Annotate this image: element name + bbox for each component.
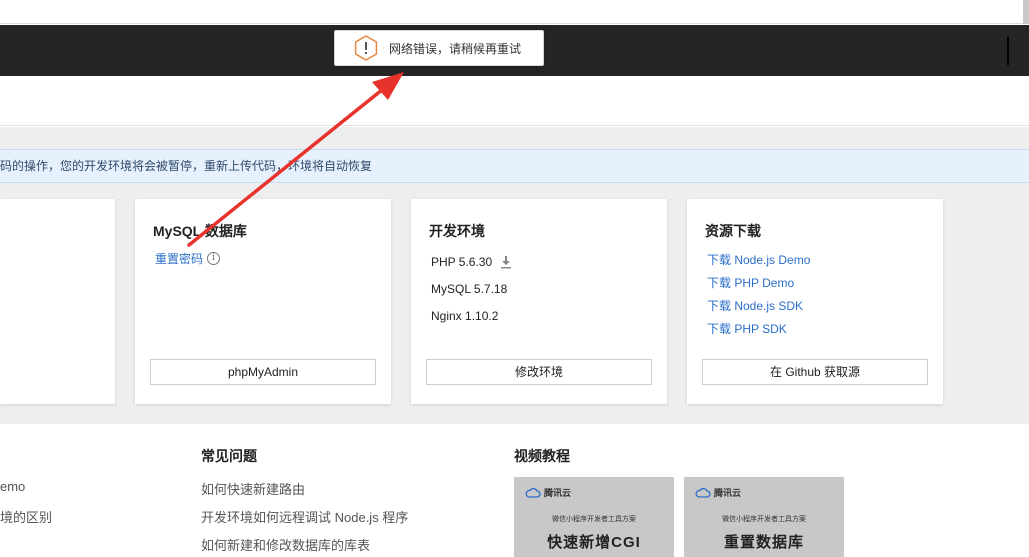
info-icon[interactable]: i (207, 252, 221, 265)
env-item-php: PHP 5.6.30 (431, 255, 512, 269)
video-caption: 重置数据库 (723, 534, 804, 551)
env-card-title: 开发环境 (429, 223, 485, 239)
phpmyadmin-button[interactable]: phpMyAdmin (150, 359, 376, 385)
env-card: 开发环境 PHP 5.6.30 MySQL 5.7.18 Nginx 1.10.… (411, 199, 667, 404)
download-php-sdk-link[interactable]: 下载 PHP SDK (707, 320, 787, 337)
reset-password-link[interactable]: 重置密码 i (155, 250, 221, 267)
download-nodejs-demo-link[interactable]: 下载 Node.js Demo (707, 251, 810, 268)
video-title: 视频教程 (514, 448, 570, 464)
video-caption: 快速新增CGI (547, 534, 641, 551)
mysql-card: MySQL 数据库 重置密码 i phpMyAdmin (135, 199, 391, 404)
brand-label: 腾讯云 (714, 488, 742, 498)
error-toast: 网络错误，请稍候再重试 (334, 30, 544, 66)
faq-title: 常见问题 (201, 448, 257, 464)
mysql-card-title: MySQL 数据库 (153, 223, 247, 239)
warning-hexagon-icon (354, 35, 378, 61)
env-item-php-label: PHP 5.6.30 (431, 255, 493, 269)
reset-password-label[interactable]: 重置密码 (155, 250, 203, 267)
video-subtitle: 微信小程序开发者工具方案 (722, 516, 806, 523)
toast-message: 网络错误，请稍候再重试 (389, 41, 522, 56)
brand-label: 腾讯云 (544, 488, 572, 498)
left-list-item[interactable]: emo (0, 479, 25, 494)
download-nodejs-sdk-link[interactable]: 下载 Node.js SDK (707, 297, 803, 314)
modify-env-button[interactable]: 修改环境 (426, 359, 652, 385)
video-subtitle: 微信小程序开发者工具方案 (552, 516, 636, 523)
env-item-mysql: MySQL 5.7.18 (431, 282, 508, 296)
faq-item[interactable]: 开发环境如何远程调试 Node.js 程序 (201, 507, 408, 526)
tencent-cloud-logo: 腾讯云 (695, 486, 741, 499)
env-item-nginx: Nginx 1.10.2 (431, 309, 499, 323)
tencent-cloud-logo: 腾讯云 (525, 486, 571, 499)
faq-item[interactable]: 如何新建和修改数据库的库表 (201, 535, 370, 554)
notice-bar: 码的操作，您的开发环境将会被暂停，重新上传代码，环境将自动恢复 (0, 149, 1029, 183)
download-php-demo-link[interactable]: 下载 PHP Demo (707, 274, 794, 291)
download-icon[interactable] (500, 255, 512, 269)
faq-item[interactable]: 如何快速新建路由 (201, 479, 305, 498)
header-band (0, 76, 1029, 126)
video-thumbnail[interactable]: 腾讯云 微信小程序开发者工具方案 快速新增CGI (514, 477, 674, 557)
left-list-item[interactable]: 境的区别 (0, 507, 52, 526)
video-thumbnail[interactable]: 腾讯云 微信小程序开发者工具方案 重置数据库 (684, 477, 844, 557)
nav-separator (1007, 37, 1009, 65)
scrollbar-edge (1023, 0, 1029, 24)
github-source-button[interactable]: 在 Github 获取源 (702, 359, 928, 385)
resource-card-title: 资源下载 (705, 223, 761, 239)
left-card (0, 199, 115, 404)
cloud-icon (525, 487, 541, 498)
resource-card: 资源下载 下载 Node.js Demo 下载 PHP Demo 下载 Node… (687, 199, 943, 404)
cloud-icon (695, 487, 711, 498)
browser-top-strip (0, 0, 1029, 24)
